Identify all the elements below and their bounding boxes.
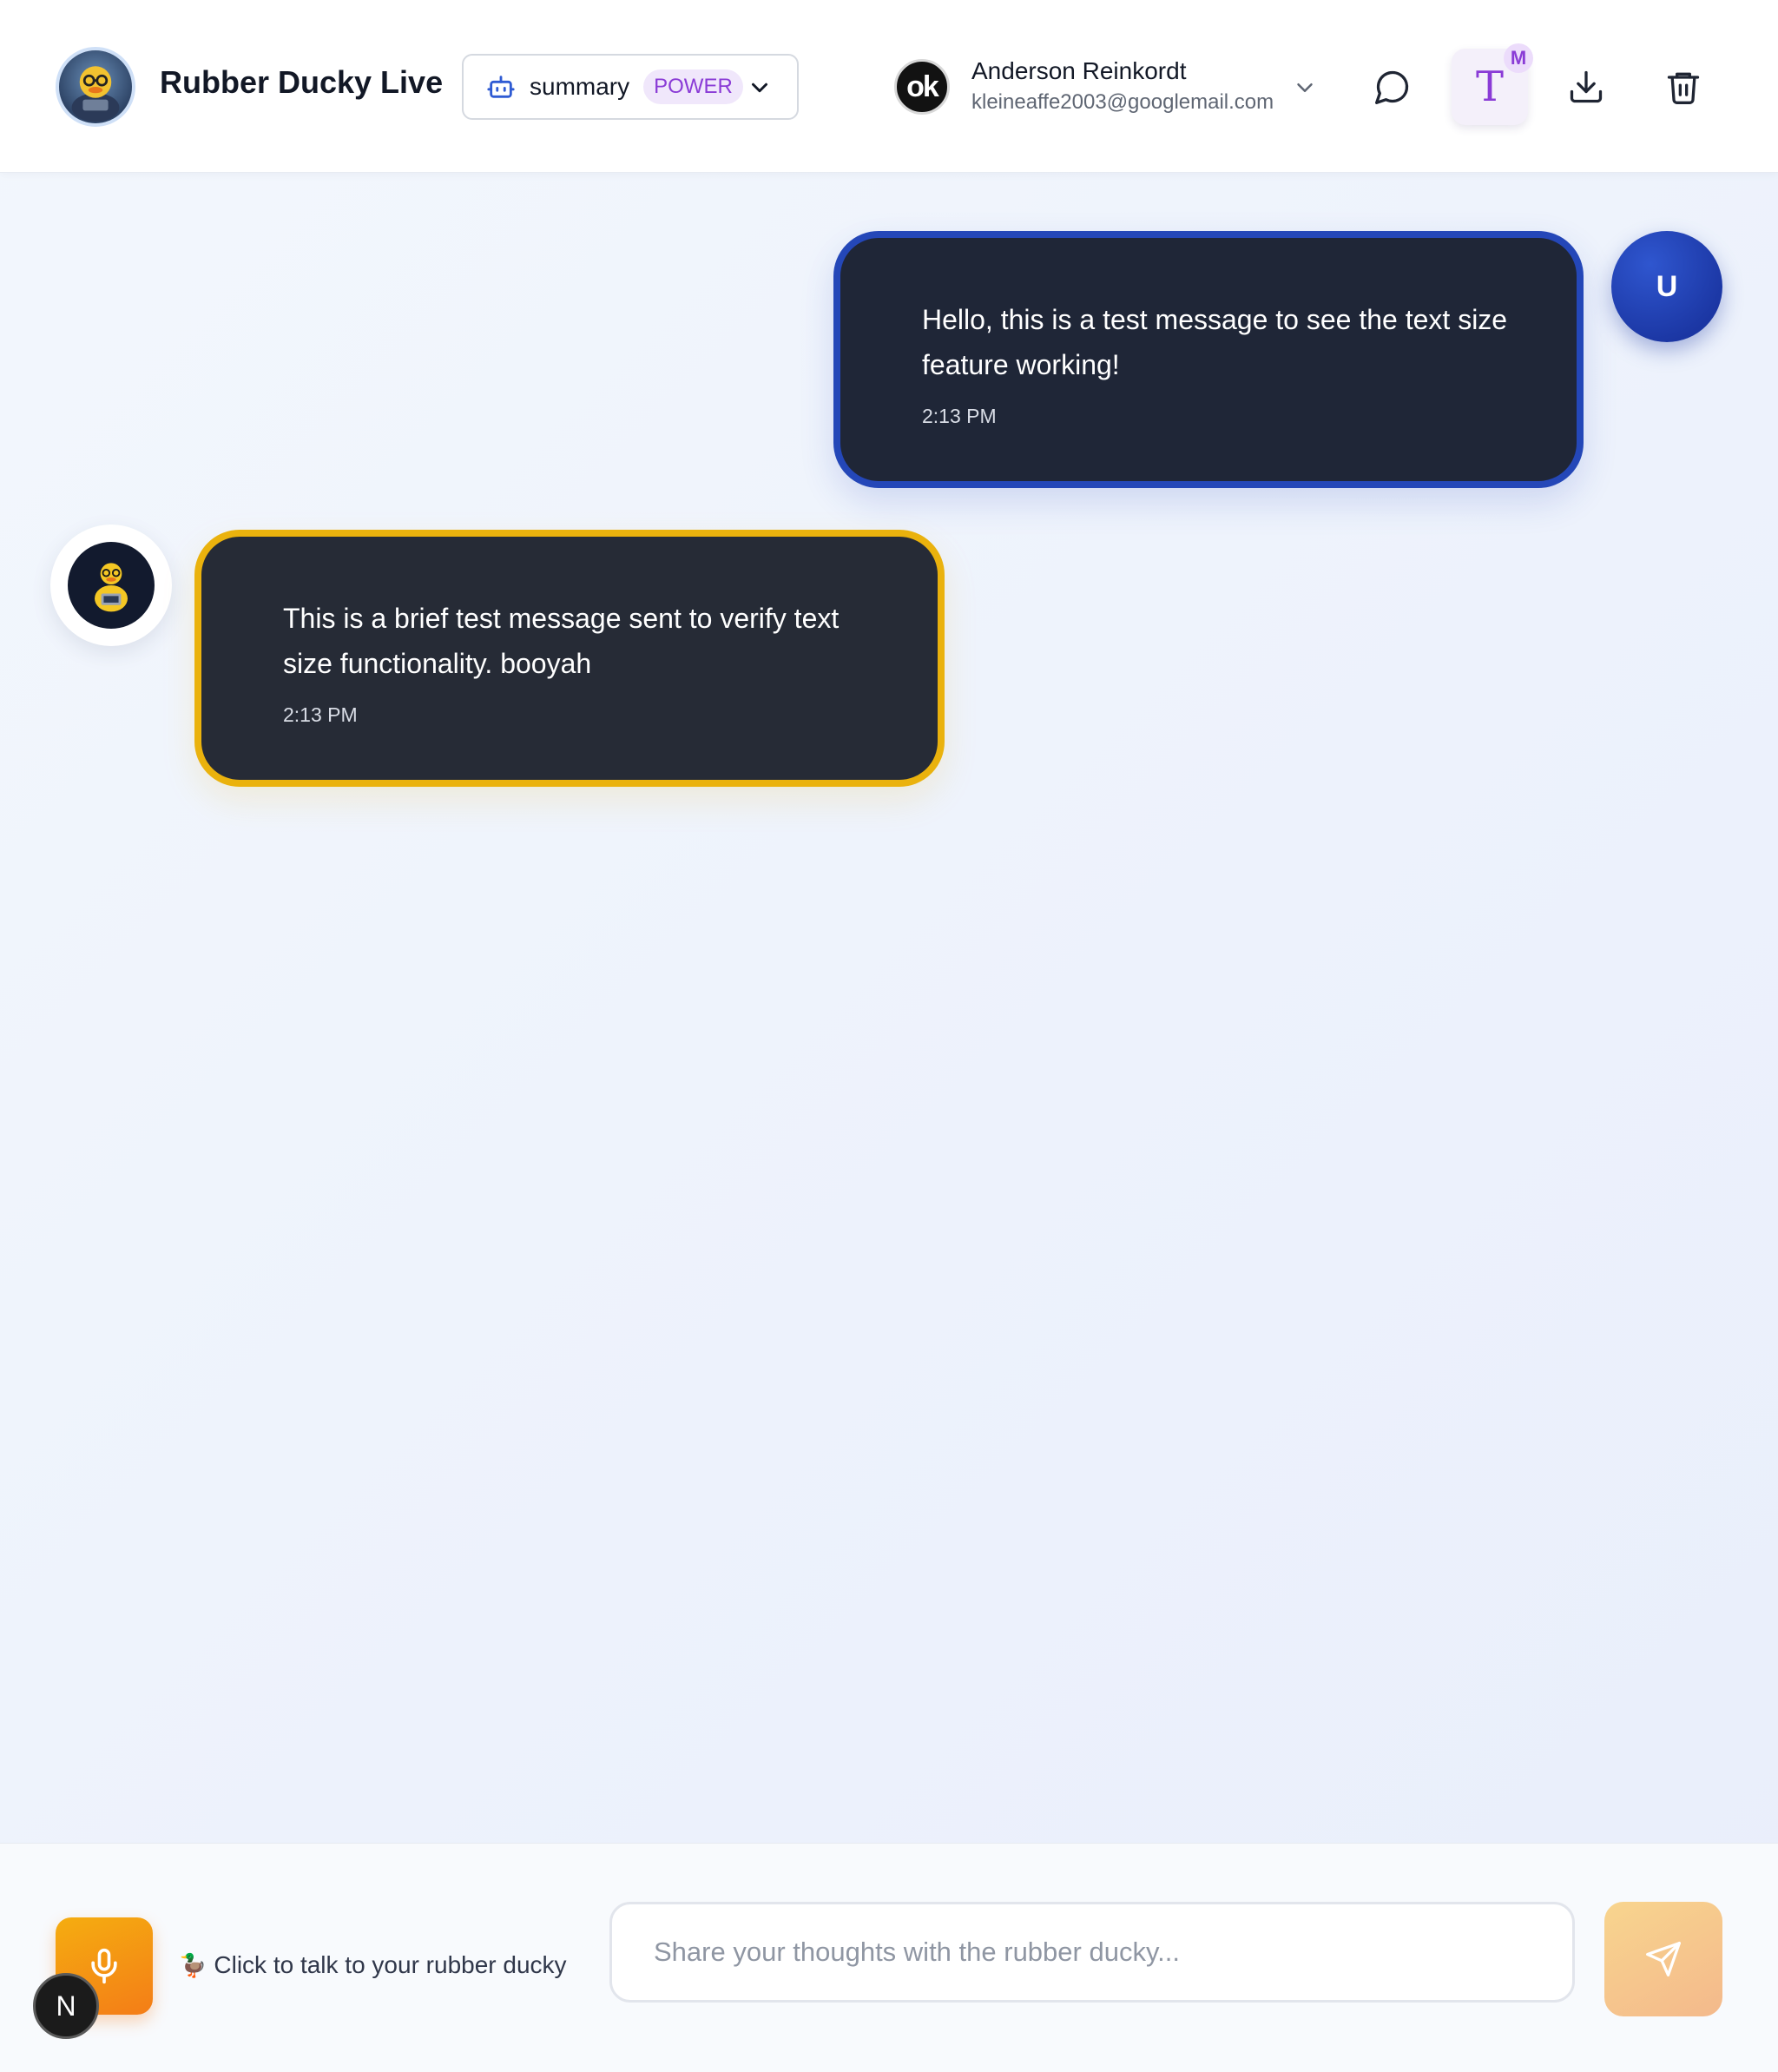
user-email: kleineaffe2003@googlemail.com xyxy=(971,90,1274,114)
duck-emoji-icon: 🦆 xyxy=(179,1951,207,1978)
voice-hint-label: Click to talk to your rubber ducky xyxy=(214,1951,567,1978)
text-size-button[interactable]: T M xyxy=(1452,43,1533,125)
message-text: Hello, this is a test message to see the… xyxy=(922,304,1508,380)
duck-logo-icon xyxy=(71,66,120,122)
message-timestamp: 2:13 PM xyxy=(922,405,997,427)
user-menu-chevron-icon[interactable] xyxy=(1292,75,1318,101)
delete-chat-button[interactable] xyxy=(1645,49,1722,125)
top-header: Rubber Ducky Live summary POWER ok Ander… xyxy=(0,0,1778,173)
chat-bubble-icon xyxy=(1375,70,1409,104)
model-tier-badge: POWER xyxy=(643,69,743,104)
user-message-bubble: Hello, this is a test message to see the… xyxy=(833,231,1584,488)
message-input[interactable] xyxy=(609,1902,1575,2003)
assistant-avatar xyxy=(50,525,172,646)
bot-icon xyxy=(487,76,515,98)
message-timestamp: 2:13 PM xyxy=(283,703,358,726)
model-name: summary xyxy=(530,73,630,100)
download-icon xyxy=(1570,70,1603,103)
download-button[interactable] xyxy=(1548,49,1624,125)
microphone-icon xyxy=(91,1948,117,1984)
send-icon xyxy=(1646,1942,1681,1976)
text-size-icon: T xyxy=(1475,63,1504,111)
trash-icon xyxy=(1667,72,1700,104)
assistant-message-bubble: This is a brief test message sent to ver… xyxy=(194,530,945,787)
user-avatar: U xyxy=(1611,231,1722,342)
message-text: This is a brief test message sent to ver… xyxy=(283,603,840,679)
app-title: Rubber Ducky Live xyxy=(160,64,444,100)
send-button[interactable] xyxy=(1604,1902,1722,2016)
user-name: Anderson Reinkordt xyxy=(971,57,1187,84)
chevron-down-icon xyxy=(752,82,767,93)
duck-avatar-icon xyxy=(95,563,128,612)
user-profile-avatar[interactable]: ok xyxy=(894,59,950,115)
app-logo xyxy=(56,47,135,127)
text-size-level-badge: M xyxy=(1504,43,1533,73)
voice-hint: 🦆 Click to talk to your rubber ducky xyxy=(179,1951,567,1979)
model-selector[interactable]: summary POWER xyxy=(462,54,799,120)
dev-tools-badge[interactable]: N xyxy=(33,1973,99,2039)
new-chat-button[interactable] xyxy=(1354,49,1431,125)
